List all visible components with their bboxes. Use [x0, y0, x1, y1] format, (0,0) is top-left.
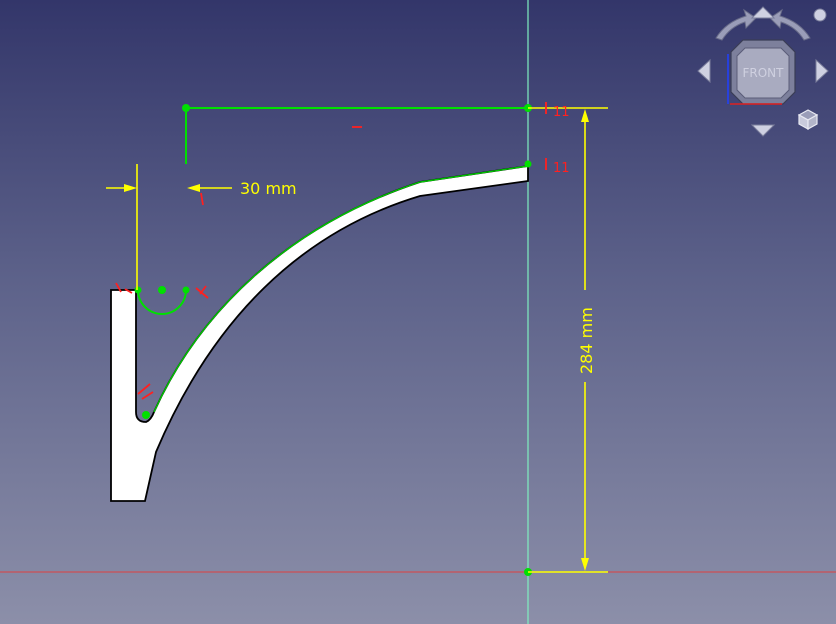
construction-lines[interactable]: [137, 107, 528, 315]
point: [158, 286, 166, 294]
dimension-horizontal[interactable]: [106, 164, 232, 290]
dimension-horizontal-label: 30 mm: [240, 179, 297, 198]
arrow-up-icon[interactable]: [750, 6, 776, 19]
arrow-down-icon[interactable]: [750, 124, 776, 137]
point: [182, 104, 190, 112]
iso-cube-icon[interactable]: [797, 109, 819, 131]
sketch-viewport[interactable]: 30 mm 284 mm 11 11 FRONT: [0, 0, 836, 624]
dimension-vertical[interactable]: [528, 107, 608, 573]
constraint-markers[interactable]: [115, 102, 547, 400]
rotate-right-icon[interactable]: [769, 8, 811, 41]
part-profile[interactable]: [110, 164, 529, 502]
point: [142, 411, 150, 419]
rotate-left-icon[interactable]: [715, 8, 757, 41]
point: [182, 286, 190, 294]
cube-face-label: FRONT: [743, 66, 785, 80]
point: [134, 286, 142, 294]
arrow-right-icon[interactable]: [815, 58, 829, 84]
constraint-label-mid: 11: [553, 161, 570, 176]
arrow-left-icon[interactable]: [697, 58, 711, 84]
dimension-vertical-label: 284 mm: [577, 307, 596, 374]
arc-edge-highlight: [153, 165, 529, 413]
point: [524, 160, 532, 168]
navigation-cube[interactable]: FRONT: [697, 6, 829, 137]
view-menu-icon[interactable]: [813, 8, 827, 22]
constraint-label-top: 11: [553, 105, 570, 120]
